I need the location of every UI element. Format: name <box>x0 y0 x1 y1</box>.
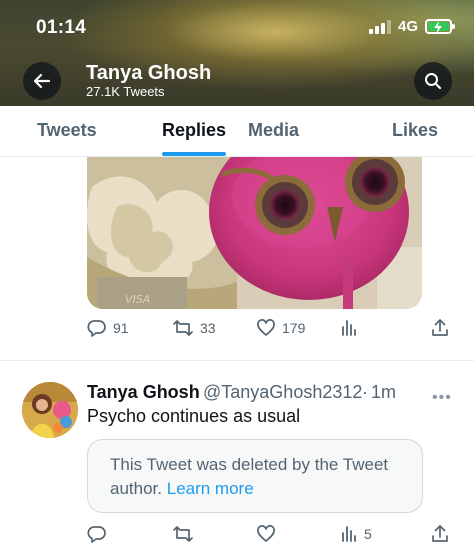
separator-dot: · <box>362 382 368 402</box>
tweet-timestamp[interactable]: 1m <box>371 382 396 403</box>
tweet-author-handle[interactable]: @TanyaGhosh2312 <box>203 382 362 403</box>
retweet-button[interactable]: 33 <box>172 318 216 338</box>
share-button[interactable] <box>430 318 450 338</box>
reply-button[interactable]: 91 <box>87 318 129 338</box>
heart-icon <box>257 319 275 336</box>
profile-tabs: Tweets Replies Media Likes <box>0 106 474 157</box>
tweet-count: 27.1K Tweets <box>86 84 165 99</box>
deleted-tweet-notice: This Tweet was deleted by the Tweet auth… <box>87 439 423 513</box>
reply-icon <box>87 320 106 337</box>
tweet-media-image[interactable]: VISA <box>87 157 422 309</box>
search-button[interactable] <box>414 62 452 100</box>
back-arrow-icon <box>33 73 51 89</box>
share-button[interactable] <box>430 524 450 544</box>
share-icon <box>432 319 448 336</box>
network-label: 4G <box>397 18 418 35</box>
tweet-divider <box>0 360 474 361</box>
share-icon <box>432 525 448 542</box>
reply-button[interactable] <box>87 524 107 544</box>
like-count: 179 <box>282 320 306 336</box>
retweet-count: 33 <box>200 320 216 336</box>
analytics-icon <box>342 320 356 336</box>
like-button[interactable] <box>256 524 276 544</box>
avatar[interactable] <box>22 382 78 438</box>
views-count: 5 <box>364 526 372 542</box>
tab-media[interactable]: Media <box>248 120 299 141</box>
tab-tweets[interactable]: Tweets <box>37 120 97 141</box>
like-button[interactable]: 179 <box>256 318 305 338</box>
retweet-icon <box>173 526 193 542</box>
tweet-text: Psycho continues as usual <box>87 406 301 426</box>
status-time: 01:14 <box>36 17 87 38</box>
profile-name: Tanya Ghosh <box>86 62 212 84</box>
tab-replies[interactable]: Replies <box>162 120 226 141</box>
back-button[interactable] <box>23 62 61 100</box>
more-options-button[interactable]: ••• <box>432 389 452 407</box>
views-button[interactable] <box>340 318 358 338</box>
tweet1-actions: 91 33 179 <box>87 318 449 342</box>
tweet2-actions: 5 <box>87 524 449 547</box>
svg-text:VISA: VISA <box>125 293 150 306</box>
search-icon <box>425 73 442 90</box>
analytics-icon <box>342 526 356 542</box>
signal-icon <box>368 19 391 34</box>
heart-icon <box>257 525 275 542</box>
battery-icon <box>425 19 455 34</box>
status-indicators: 4G <box>368 18 455 35</box>
views-button[interactable]: 5 <box>340 524 372 544</box>
tweet-author-name[interactable]: Tanya Ghosh <box>87 382 200 403</box>
learn-more-link[interactable]: Learn more <box>167 479 254 498</box>
retweet-icon <box>173 320 193 336</box>
tab-likes[interactable]: Likes <box>392 120 438 141</box>
reply-count: 91 <box>113 320 129 336</box>
active-tab-indicator <box>162 152 226 156</box>
retweet-button[interactable] <box>172 524 194 544</box>
profile-header-banner: 01:14 4G Tanya Ghosh 27.1K Tweets <box>0 0 474 106</box>
reply-icon <box>87 526 106 543</box>
